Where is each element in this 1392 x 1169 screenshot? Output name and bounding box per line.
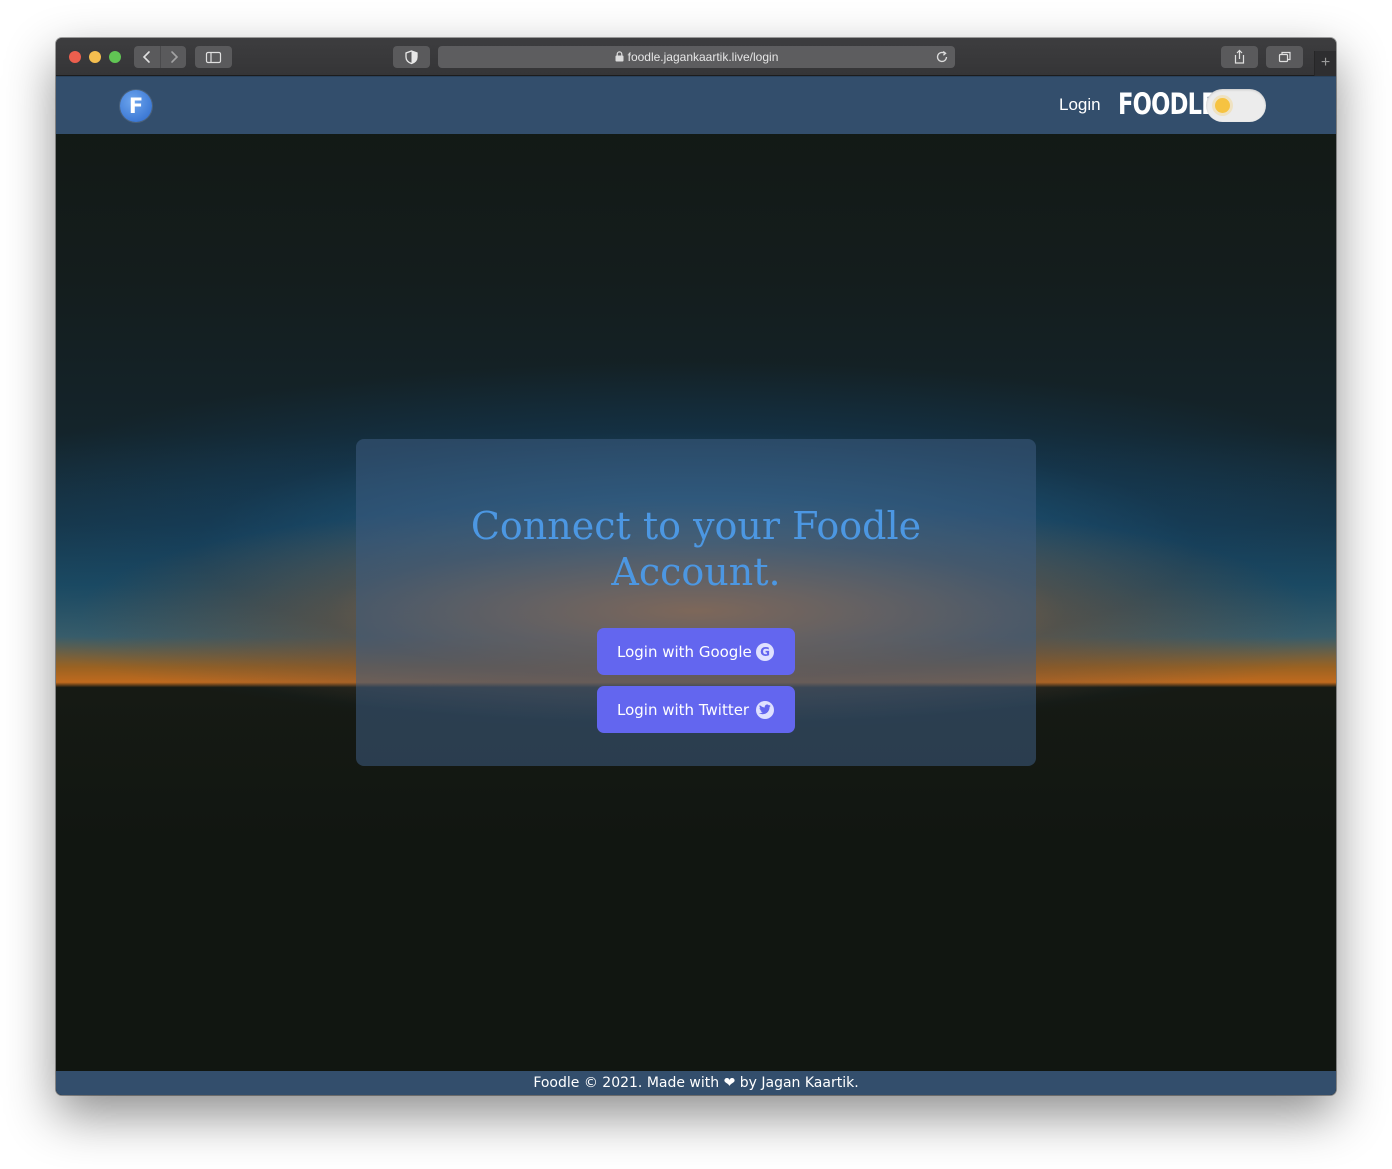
reload-icon[interactable] bbox=[935, 50, 949, 64]
forward-button[interactable] bbox=[160, 46, 186, 68]
chevron-left-icon bbox=[142, 51, 150, 63]
back-button[interactable] bbox=[134, 46, 160, 68]
sidebar-icon bbox=[205, 51, 222, 64]
minimize-window-button[interactable] bbox=[89, 51, 101, 63]
twitter-button-label: Login with Twitter bbox=[617, 701, 750, 719]
login-with-twitter-button[interactable]: Login with Twitter bbox=[597, 686, 795, 733]
brand-wordmark[interactable]: FOODLE bbox=[1118, 87, 1217, 121]
theme-toggle[interactable] bbox=[1206, 89, 1266, 122]
top-navbar: F Login FOODLE bbox=[56, 76, 1336, 134]
chevron-right-icon bbox=[171, 51, 179, 63]
browser-toolbar: foodle.jagankaartik.live/login + bbox=[56, 38, 1336, 76]
google-icon: G bbox=[756, 643, 774, 661]
tabs-icon bbox=[1278, 51, 1291, 63]
address-bar[interactable]: foodle.jagankaartik.live/login bbox=[438, 46, 955, 68]
browser-window: foodle.jagankaartik.live/login + F Login… bbox=[56, 38, 1336, 1095]
share-button[interactable] bbox=[1221, 46, 1258, 68]
nav-login-link[interactable]: Login bbox=[1059, 94, 1101, 116]
history-nav-group bbox=[134, 46, 186, 68]
shield-icon bbox=[405, 50, 418, 65]
title-line-1: Connect to your Foodle bbox=[470, 504, 922, 548]
title-line-2: Account. bbox=[611, 550, 781, 594]
foodle-logo-icon[interactable]: F bbox=[120, 90, 152, 122]
sun-icon bbox=[1215, 98, 1230, 113]
maximize-window-button[interactable] bbox=[109, 51, 121, 63]
google-button-label: Login with Google bbox=[617, 643, 752, 661]
login-card: Connect to your Foodle Account. Login wi… bbox=[356, 439, 1036, 766]
login-with-google-button[interactable]: Login with Google G bbox=[597, 628, 795, 675]
privacy-report-button[interactable] bbox=[393, 46, 430, 68]
page-footer: Foodle © 2021. Made with ❤ by Jagan Kaar… bbox=[56, 1071, 1336, 1095]
login-card-title: Connect to your Foodle Account. bbox=[356, 503, 1036, 595]
share-icon bbox=[1234, 49, 1245, 64]
sidebar-toggle-button[interactable] bbox=[195, 46, 232, 68]
close-window-button[interactable] bbox=[69, 51, 81, 63]
show-tabs-button[interactable] bbox=[1266, 46, 1303, 68]
url-text: foodle.jagankaartik.live/login bbox=[627, 50, 779, 64]
twitter-icon bbox=[756, 701, 774, 719]
lock-icon bbox=[615, 51, 624, 62]
login-page: F Login FOODLE Connect to your Foodle Ac… bbox=[56, 76, 1336, 1095]
new-tab-button[interactable]: + bbox=[1314, 51, 1336, 76]
